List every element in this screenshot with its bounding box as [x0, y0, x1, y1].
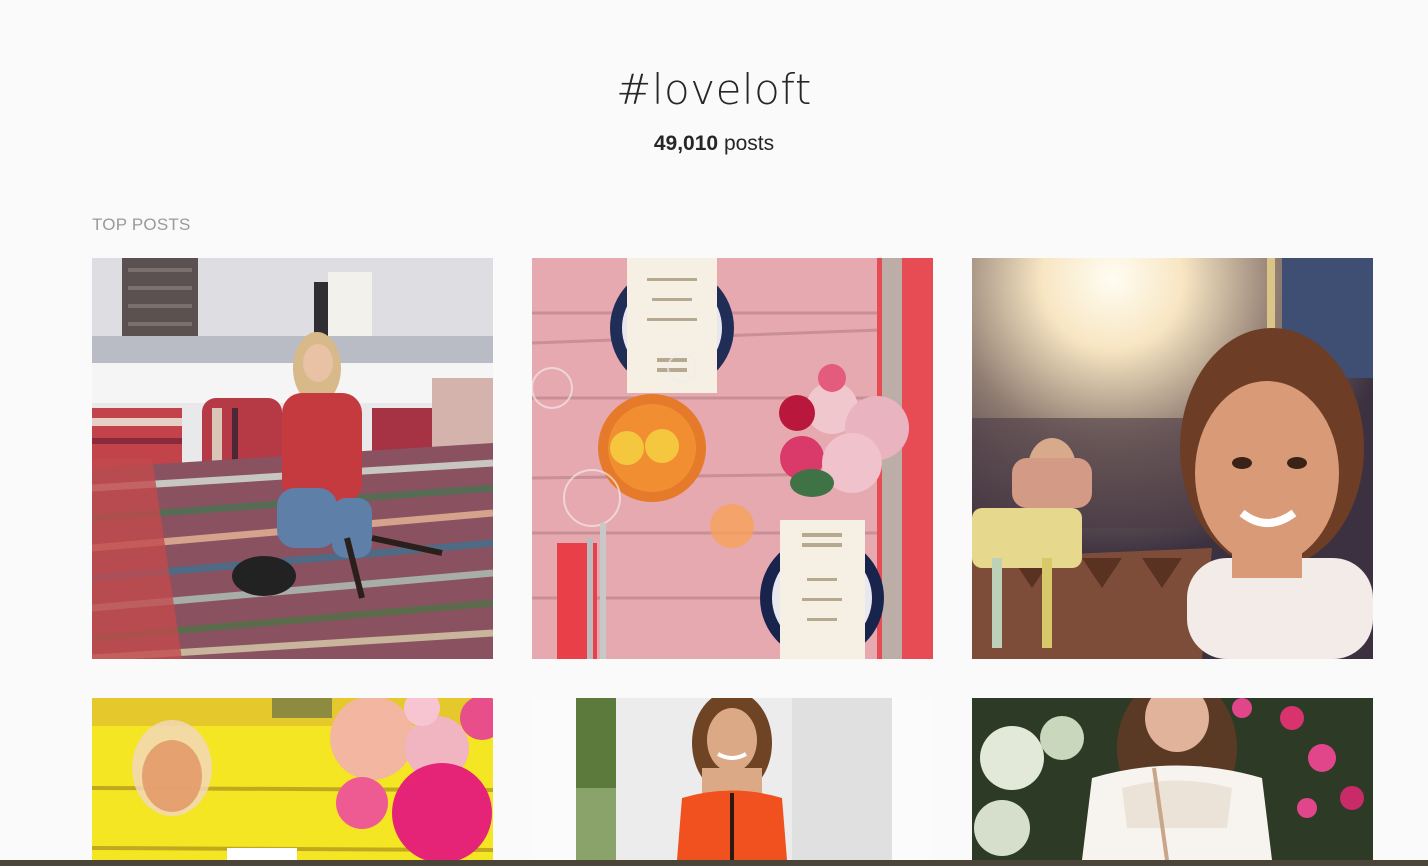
post-tile-6[interactable] — [972, 698, 1373, 860]
post-image-table-setting — [532, 258, 933, 659]
post-count-number: 49,010 — [653, 132, 719, 155]
post-image-lace-top — [972, 698, 1373, 860]
post-count: 49,010 posts — [0, 130, 1428, 158]
hashtag-title: #loveloft — [616, 65, 812, 114]
post-tile-4[interactable] — [92, 698, 493, 860]
post-image-orange-top — [532, 698, 933, 860]
post-image-yellow-table — [92, 698, 493, 860]
post-image-sunset-selfie — [972, 258, 1373, 659]
post-tile-3[interactable] — [972, 258, 1373, 659]
top-posts-label: TOP POSTS — [92, 215, 191, 234]
post-image-rooftop — [92, 258, 493, 659]
post-tile-2[interactable] — [532, 258, 933, 659]
post-tile-1[interactable] — [92, 258, 493, 659]
post-count-unit: posts — [723, 132, 775, 155]
bottom-bar — [0, 860, 1428, 866]
post-tile-5[interactable] — [532, 698, 933, 860]
